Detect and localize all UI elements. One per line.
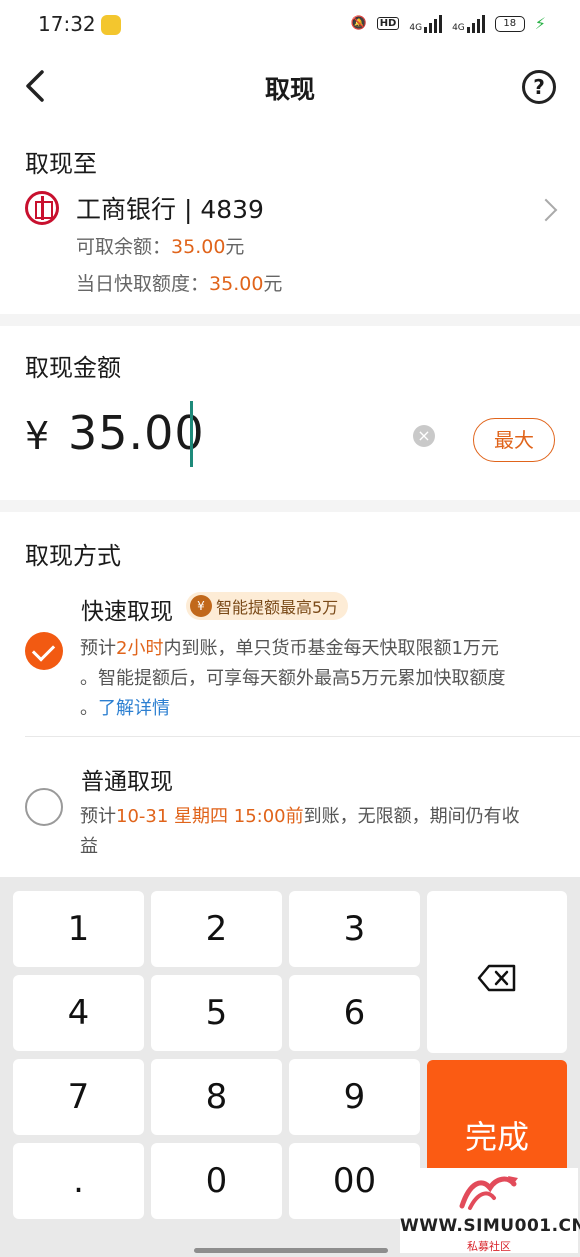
max-amount-button[interactable]: 最大 xyxy=(473,418,555,462)
available-balance: 可取余额：35.00元 xyxy=(76,232,244,259)
section-title: 取现至 xyxy=(25,150,97,178)
keypad-key[interactable]: 4 xyxy=(13,975,144,1051)
available-balance-label: 可取余额： xyxy=(76,236,172,258)
amount-input[interactable]: 35.00 xyxy=(68,406,205,460)
signal-2-icon: 4G xyxy=(452,14,485,33)
normal-withdraw-desc-line1: 预计10-31 星期四 15:00前到账，无限额，期间仍有收 xyxy=(80,802,520,828)
normal-withdraw-title[interactable]: 普通取现 xyxy=(81,762,173,796)
normal-withdraw-radio[interactable] xyxy=(25,788,63,826)
signal-1-icon: 4G xyxy=(409,14,443,33)
mute-icon: 🔕 xyxy=(350,16,367,31)
status-bar: 17:32 🔕 HD 4G 4G 18 ⚡ xyxy=(0,0,580,52)
desc-text: 预计 xyxy=(80,806,116,827)
desc-text: 到账，无限额，期间仍有收 xyxy=(303,806,520,827)
help-icon[interactable]: ? xyxy=(522,70,556,104)
chevron-right-icon[interactable] xyxy=(534,198,558,222)
hd-icon: HD xyxy=(376,17,400,30)
home-indicator[interactable] xyxy=(194,1248,388,1253)
watermark-text: WWW.SIMU001.CN xyxy=(400,1216,580,1236)
bank-account-name[interactable]: 工商银行 | 4839 xyxy=(76,190,264,226)
learn-more-link[interactable]: 了解详情 xyxy=(98,698,170,719)
quick-limit-label: 当日快取额度： xyxy=(76,273,210,295)
quick-limit-value: 35.00 xyxy=(209,273,264,295)
text-caret xyxy=(190,401,193,467)
keypad-key[interactable]: . xyxy=(13,1143,144,1219)
keypad-key[interactable]: 0 xyxy=(151,1143,282,1219)
keypad-key[interactable]: 9 xyxy=(289,1059,420,1135)
battery-icon: 18 xyxy=(494,15,525,32)
page-title: 取现 xyxy=(264,75,315,104)
desc-text: 预计 xyxy=(80,638,116,659)
unit-label: 元 xyxy=(263,273,283,295)
badge-text: 智能提额最高5万 xyxy=(216,598,339,617)
clear-icon[interactable]: × xyxy=(413,425,435,447)
withdraw-method-section: 取现方式 快速取现 ¥ 智能提额最高5万 预计2小时内到账，单只货币基金每天快取… xyxy=(0,512,580,877)
watermark: WWW.SIMU001.CN 私募社区 xyxy=(400,1168,580,1253)
desc-text: 。 xyxy=(80,698,98,719)
network-type-2: 4G xyxy=(452,22,465,33)
status-time: 17:32 xyxy=(38,12,96,36)
fast-withdraw-desc-line3: 。了解详情 xyxy=(80,694,170,720)
normal-withdraw-desc-line2: 益 xyxy=(80,836,98,857)
coin-icon: ¥ xyxy=(190,595,212,617)
currency-symbol: ¥ xyxy=(25,414,50,458)
section-title: 取现方式 xyxy=(25,542,121,570)
withdraw-amount-section: 取现金额 ¥ 35.00 × 最大 xyxy=(0,326,580,500)
keypad-key[interactable]: 3 xyxy=(289,891,420,967)
nav-bar: 取现 ? xyxy=(0,52,580,122)
icbc-logo-icon xyxy=(25,191,59,225)
backspace-icon xyxy=(477,964,516,992)
fast-withdraw-desc-line2: 。智能提额后，可享每天额外最高5万元累加快取额度 xyxy=(80,668,506,689)
keypad-key[interactable]: 7 xyxy=(13,1059,144,1135)
smart-limit-badge: ¥ 智能提额最高5万 xyxy=(186,592,349,620)
withdraw-destination-section: 取现至 工商银行 | 4839 可取余额：35.00元 当日快取额度：35.00… xyxy=(0,122,580,314)
charging-icon: ⚡ xyxy=(534,14,546,33)
status-icons: 🔕 HD 4G 4G 18 ⚡ xyxy=(351,14,547,33)
network-type-1: 4G xyxy=(409,22,423,33)
available-balance-value: 35.00 xyxy=(171,236,226,258)
unit-label: 元 xyxy=(225,236,245,258)
keypad-key[interactable]: 2 xyxy=(151,891,282,967)
section-title: 取现金额 xyxy=(25,354,121,382)
watermark-subtext: 私募社区 xyxy=(467,1240,511,1253)
desc-highlight: 10-31 星期四 15:00前 xyxy=(116,806,304,827)
desc-text: 内到账，单只货币基金每天快取限额1万元 xyxy=(163,638,499,659)
fast-withdraw-desc-line1: 预计2小时内到账，单只货币基金每天快取限额1万元 xyxy=(80,634,499,660)
keypad-key[interactable]: 6 xyxy=(289,975,420,1051)
notification-app-icon xyxy=(101,15,121,35)
simu-logo-icon xyxy=(459,1176,518,1210)
fast-withdraw-radio-checked[interactable] xyxy=(25,632,63,670)
desc-highlight: 2小时 xyxy=(116,638,164,659)
fast-withdraw-title[interactable]: 快速取现 xyxy=(81,592,173,626)
keypad-key[interactable]: 1 xyxy=(13,891,144,967)
keypad-key[interactable]: 8 xyxy=(151,1059,282,1135)
divider xyxy=(25,736,580,737)
keypad-key[interactable]: 5 xyxy=(151,975,282,1051)
quick-withdraw-limit: 当日快取额度：35.00元 xyxy=(76,269,282,296)
delete-key[interactable] xyxy=(427,891,567,1053)
